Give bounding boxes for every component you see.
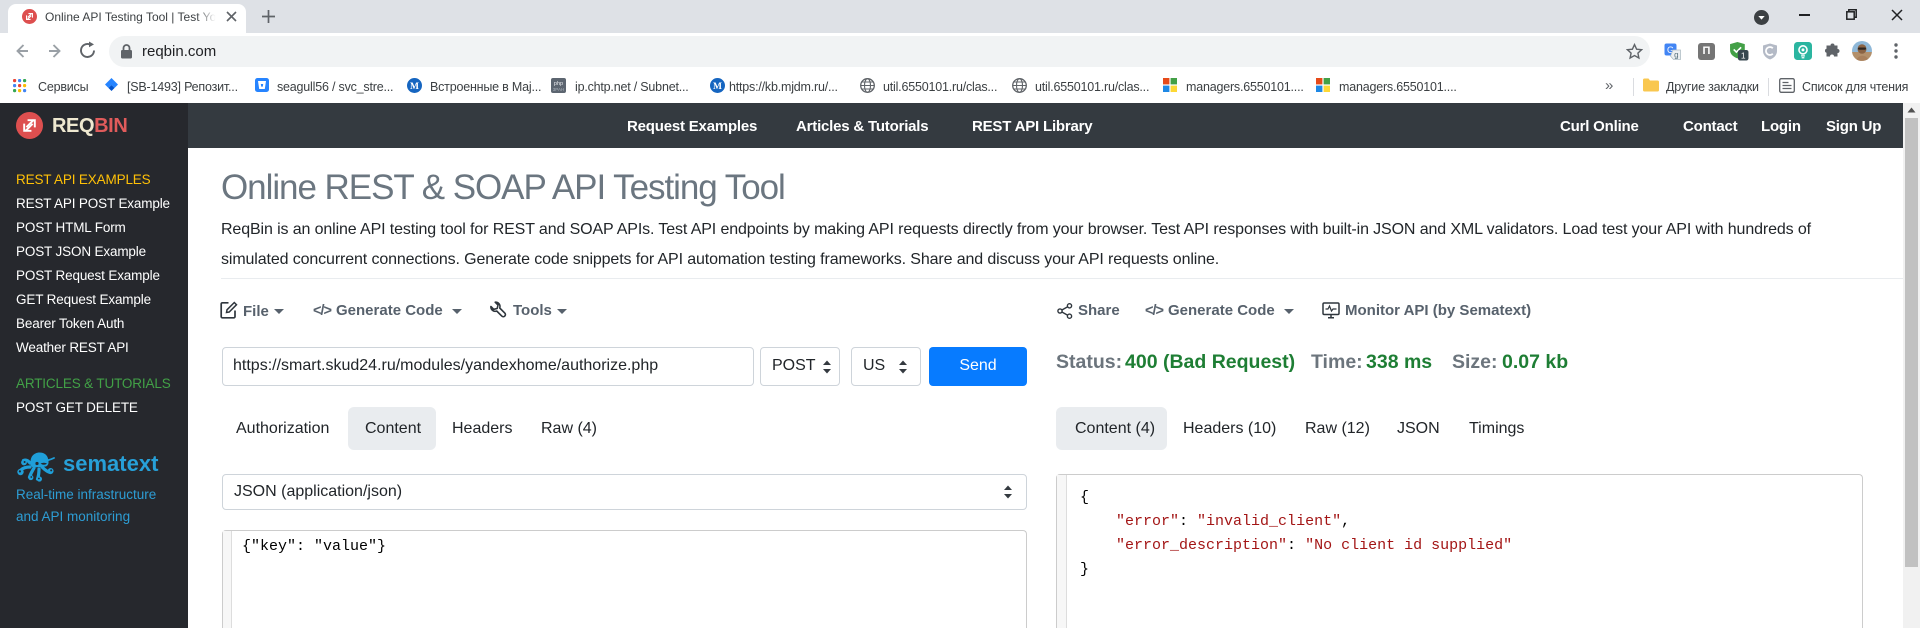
svg-text:M: M (713, 82, 722, 92)
svg-text:g: g (1674, 50, 1678, 59)
svg-text:M: M (410, 82, 419, 92)
svg-text:1: 1 (1741, 50, 1746, 60)
svg-text:3PAH: 3PAH (553, 87, 564, 92)
